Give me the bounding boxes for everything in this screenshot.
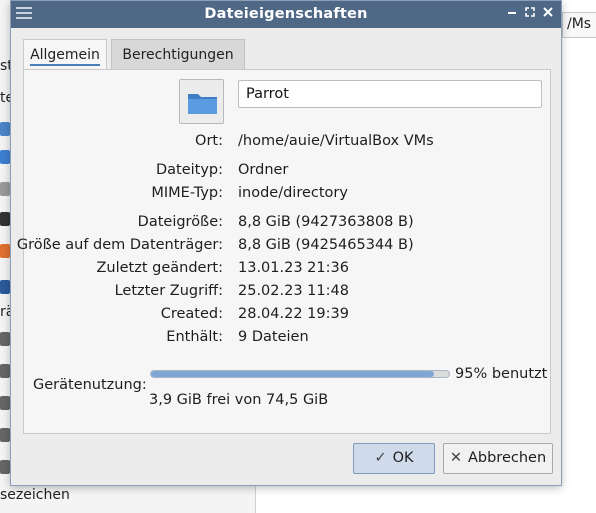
name-field[interactable] [238, 80, 542, 108]
file-size-value: 8,8 GiB (9427363808 B) [238, 214, 414, 230]
desktop-icon[interactable] [0, 150, 10, 164]
trash-icon[interactable] [0, 182, 10, 196]
contains-value: 9 Dateien [238, 329, 309, 345]
drive-icon[interactable] [0, 332, 10, 346]
general-panel: Ort: /home/auie/VirtualBox VMs Dateityp:… [17, 69, 551, 434]
apps-icon[interactable] [0, 244, 10, 258]
modified-label: Zuletzt geändert: [96, 260, 223, 276]
titlebar[interactable]: Dateieigenschaften [11, 1, 561, 28]
tab-general[interactable]: Allgemein [23, 39, 107, 70]
sidebar-fragment[interactable]: sezeichen [0, 487, 70, 503]
drive-icon[interactable] [0, 396, 10, 410]
close-icon: ✕ [449, 450, 462, 466]
mime-type-label: MIME-Typ: [151, 185, 223, 201]
properties-dialog: Dateieigenschaften Allgemein Berechtigun… [10, 0, 562, 486]
location-value: /home/auie/VirtualBox VMs [238, 133, 434, 149]
tab-fragment: /Ms [567, 16, 592, 32]
disk-size-label: Größe auf dem Datenträger: [16, 237, 223, 253]
location-label: Ort: [195, 133, 223, 149]
change-icon-button[interactable] [179, 79, 224, 124]
file-manager-bottom: sezeichen [0, 486, 596, 513]
ok-button[interactable]: ✓ OK [353, 443, 435, 474]
network-icon[interactable] [0, 280, 10, 294]
device-usage-fill [151, 371, 435, 377]
background-tab[interactable]: /Ms [562, 12, 596, 38]
created-label: Created: [160, 306, 223, 322]
terminal-icon[interactable] [0, 212, 10, 226]
file-size-label: Dateigröße: [137, 214, 223, 230]
contains-label: Enthält: [166, 329, 223, 345]
device-usage-label: Gerätenutzung: [33, 377, 147, 393]
check-icon: ✓ [374, 450, 387, 466]
tab-label: Berechtigungen [122, 47, 234, 63]
mime-type-value: inode/directory [238, 185, 348, 201]
cancel-button[interactable]: ✕ Abbrechen [443, 443, 553, 474]
folder-icon [188, 94, 217, 114]
ok-label: OK [392, 450, 414, 466]
drive-icon[interactable] [0, 428, 10, 442]
home-icon[interactable] [0, 122, 10, 136]
disk-size-value: 8,8 GiB (9425465344 B) [238, 237, 414, 253]
maximize-icon[interactable] [521, 5, 539, 23]
file-type-label: Dateityp: [155, 162, 223, 178]
device-usage-percent: 95% benutzt [455, 366, 548, 382]
modified-value: 13.01.23 21:36 [238, 260, 349, 276]
file-type-value: Ordner [238, 162, 289, 178]
drive-icon[interactable] [0, 364, 10, 378]
dialog-title: Dateieigenschaften [204, 6, 368, 22]
tab-permissions[interactable]: Berechtigungen [111, 39, 245, 70]
created-value: 28.04.22 19:39 [238, 306, 349, 322]
minimize-icon[interactable] [503, 5, 521, 23]
drive-icon[interactable] [0, 460, 10, 474]
device-usage-bar [150, 370, 450, 378]
device-free-space: 3,9 GiB frei von 74,5 GiB [149, 392, 329, 408]
cancel-label: Abbrechen [467, 450, 547, 466]
close-icon[interactable] [539, 5, 557, 23]
tab-label: Allgemein [30, 47, 100, 66]
accessed-value: 25.02.23 11:48 [238, 283, 349, 299]
accessed-label: Letzter Zugriff: [114, 283, 223, 299]
